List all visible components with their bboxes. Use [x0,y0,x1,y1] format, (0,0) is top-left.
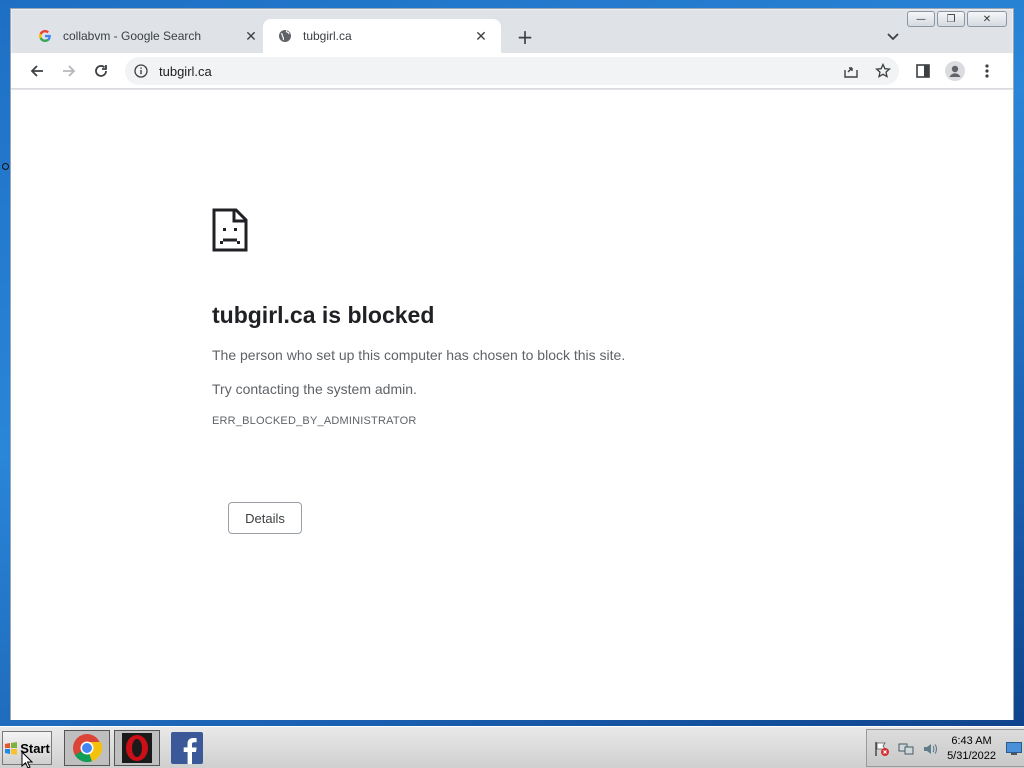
tab-title: collabvm - Google Search [63,29,202,43]
arrow-right-icon [63,65,76,77]
error-heading: tubgirl.ca is blocked [212,302,435,328]
back-button[interactable] [25,59,49,83]
page-content: tubgirl.ca is blocked The person who set… [11,90,1013,720]
forward-button[interactable] [57,59,81,83]
error-code: ERR_BLOCKED_BY_ADMINISTRATOR [212,415,417,427]
taskbar-facebook[interactable] [164,730,210,766]
network-icon[interactable] [897,741,915,757]
menu-button[interactable] [975,59,999,83]
profile-button[interactable] [943,59,967,83]
browser-toolbar: tubgirl.ca [11,53,1013,89]
new-tab-button[interactable]: + [513,25,537,49]
sad-document-icon [212,208,248,252]
taskbar-opera[interactable] [114,730,160,766]
close-icon[interactable]: ✕ [243,28,259,44]
profile-icon [945,61,965,81]
error-container: tubgirl.ca is blocked The person who set… [212,208,812,427]
details-button[interactable]: Details [228,502,302,534]
taskbar: Start 6:43 AM 5/31/2022 [0,726,1024,768]
globe-icon [277,28,293,44]
url-text[interactable]: tubgirl.ca [159,64,212,79]
clock-time: 6:43 AM [951,735,992,747]
reload-button[interactable] [89,59,113,83]
chrome-icon [73,734,102,763]
kebab-menu-icon [985,64,989,78]
show-desktop-icon[interactable] [1006,742,1022,756]
taskbar-chrome[interactable] [64,730,110,766]
side-panel-button[interactable] [911,59,935,83]
opera-icon [122,733,152,763]
action-center-flag-icon[interactable] [873,741,891,757]
system-tray: 6:43 AM 5/31/2022 [866,729,1024,767]
volume-icon[interactable] [921,741,939,757]
share-icon[interactable] [841,61,861,81]
mouse-cursor-icon [21,751,33,768]
reload-icon [95,65,107,77]
error-message: The person who set up this computer has … [212,347,626,363]
windows-logo-icon [5,742,18,755]
clock-date: 5/31/2022 [947,750,996,762]
tab-blocked-site[interactable]: tubgirl.ca ✕ [263,19,501,53]
address-bar[interactable]: tubgirl.ca [125,57,899,85]
side-panel-icon [916,64,930,78]
info-icon[interactable] [133,63,149,79]
browser-window: — ❐ ✕ collabvm - Google Search ✕ tubgirl… [10,8,1014,720]
clock[interactable]: 6:43 AM 5/31/2022 [947,734,996,764]
tab-google-search[interactable]: collabvm - Google Search ✕ [23,19,271,53]
error-suggestion: Try contacting the system admin. [212,381,417,397]
facebook-icon [171,732,203,764]
chevron-down-icon[interactable] [883,27,903,47]
tab-title: tubgirl.ca [303,29,352,43]
arrow-left-icon [30,65,43,77]
google-icon [37,28,53,44]
desktop-handle [2,163,9,170]
tab-strip: collabvm - Google Search ✕ tubgirl.ca ✕ … [11,19,1013,53]
close-icon[interactable]: ✕ [473,28,489,44]
bookmark-star-icon[interactable] [873,61,893,81]
